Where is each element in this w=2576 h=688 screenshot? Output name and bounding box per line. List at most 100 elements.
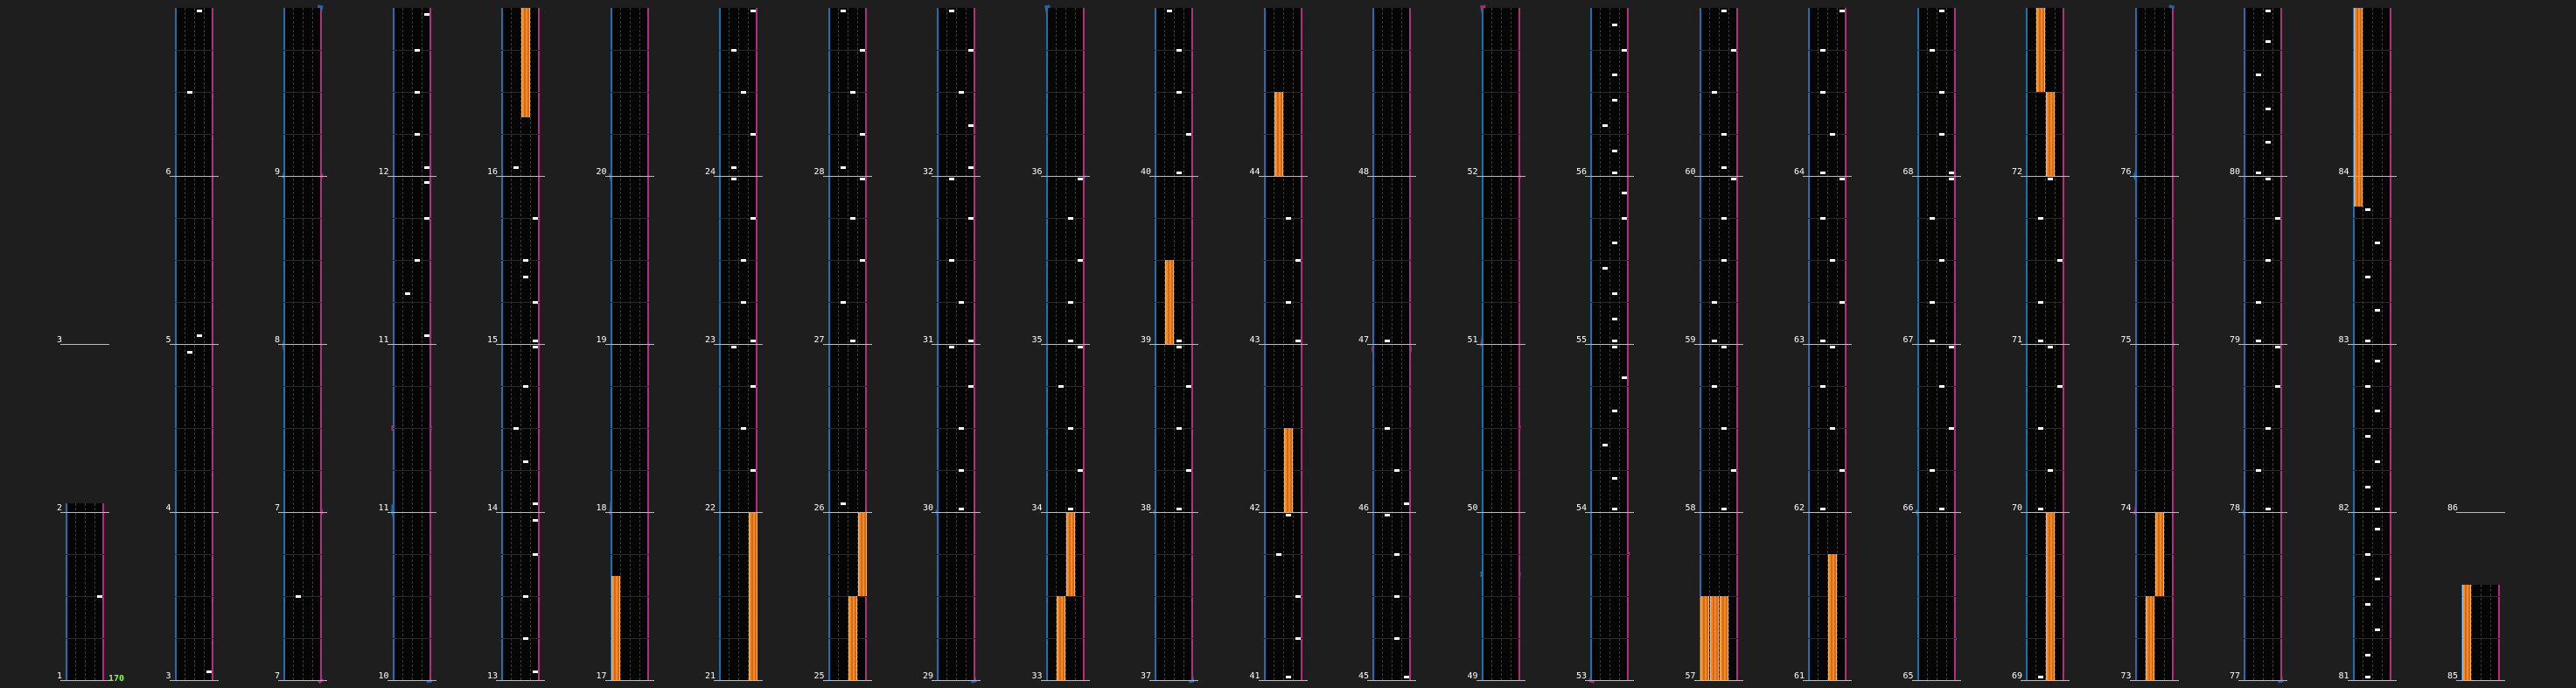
chip-note[interactable] bbox=[1612, 99, 1617, 102]
chip-note[interactable] bbox=[533, 519, 538, 523]
chip-note[interactable] bbox=[1404, 502, 1409, 505]
chip-note[interactable] bbox=[1820, 216, 1826, 220]
chip-note[interactable] bbox=[750, 468, 756, 472]
chip-note[interactable] bbox=[1067, 339, 1073, 342]
chip-note[interactable] bbox=[741, 426, 746, 430]
chip-note[interactable] bbox=[731, 165, 736, 169]
chip-note[interactable] bbox=[414, 132, 420, 136]
chip-note[interactable] bbox=[186, 351, 192, 355]
hold-note[interactable] bbox=[1056, 596, 1065, 680]
chip-note[interactable] bbox=[2256, 171, 2261, 174]
chip-note[interactable] bbox=[2374, 309, 2380, 312]
chip-note[interactable] bbox=[533, 502, 538, 505]
chip-note[interactable] bbox=[1077, 468, 1083, 472]
chip-note[interactable] bbox=[414, 90, 420, 94]
chip-note[interactable] bbox=[1948, 426, 1954, 430]
chip-note[interactable] bbox=[1830, 258, 1835, 262]
chip-note[interactable] bbox=[1612, 23, 1617, 26]
chip-note[interactable] bbox=[1612, 346, 1617, 349]
chip-note[interactable] bbox=[1929, 300, 1935, 304]
chip-note[interactable] bbox=[1612, 507, 1617, 510]
chip-note[interactable] bbox=[2038, 300, 2043, 304]
chip-note[interactable] bbox=[2038, 426, 2043, 430]
chip-note[interactable] bbox=[1385, 339, 1390, 342]
chip-note[interactable] bbox=[1275, 552, 1281, 556]
chip-note[interactable] bbox=[1938, 507, 1944, 510]
chip-note[interactable] bbox=[2256, 339, 2261, 342]
chip-note[interactable] bbox=[1394, 468, 1400, 472]
chip-note[interactable] bbox=[1612, 339, 1617, 342]
hold-note[interactable] bbox=[1709, 596, 1719, 680]
chip-note[interactable] bbox=[2374, 527, 2380, 530]
chip-note[interactable] bbox=[523, 594, 528, 598]
chip-note[interactable] bbox=[968, 384, 974, 388]
chip-note[interactable] bbox=[533, 346, 538, 349]
chip-note[interactable] bbox=[1612, 149, 1617, 152]
chip-note[interactable] bbox=[1622, 48, 1627, 52]
chip-note[interactable] bbox=[859, 132, 865, 136]
chip-note[interactable] bbox=[1285, 514, 1291, 517]
chip-note[interactable] bbox=[1820, 171, 1826, 174]
chip-note[interactable] bbox=[1186, 384, 1191, 388]
chip-note[interactable] bbox=[1929, 216, 1935, 220]
chip-note[interactable] bbox=[1938, 10, 1944, 13]
chip-note[interactable] bbox=[949, 178, 954, 181]
chip-note[interactable] bbox=[859, 178, 865, 181]
chip-note[interactable] bbox=[2275, 384, 2280, 388]
chip-note[interactable] bbox=[2265, 258, 2271, 262]
chip-note[interactable] bbox=[2057, 384, 2063, 388]
chip-note[interactable] bbox=[1612, 74, 1617, 77]
chip-note[interactable] bbox=[1176, 346, 1182, 349]
hold-note[interactable] bbox=[1065, 512, 1075, 596]
chip-note[interactable] bbox=[949, 346, 954, 349]
chip-note[interactable] bbox=[2275, 216, 2280, 220]
chip-note[interactable] bbox=[1929, 339, 1935, 342]
chip-note[interactable] bbox=[1721, 165, 1727, 169]
chip-note[interactable] bbox=[2374, 460, 2380, 463]
chip-note[interactable] bbox=[2038, 339, 2043, 342]
chip-note[interactable] bbox=[1938, 132, 1944, 136]
chip-note[interactable] bbox=[849, 90, 855, 94]
chip-note[interactable] bbox=[2256, 74, 2261, 77]
chip-note[interactable] bbox=[1186, 468, 1191, 472]
measure-column[interactable] bbox=[66, 503, 104, 680]
chip-note[interactable] bbox=[949, 258, 954, 262]
chip-note[interactable] bbox=[2374, 359, 2380, 362]
chip-note[interactable] bbox=[968, 339, 974, 342]
chip-note[interactable] bbox=[1612, 291, 1617, 295]
chip-note[interactable] bbox=[1721, 426, 1727, 430]
hold-note[interactable] bbox=[848, 596, 857, 680]
chip-note[interactable] bbox=[959, 468, 964, 472]
chip-note[interactable] bbox=[731, 178, 736, 181]
chip-note[interactable] bbox=[423, 333, 429, 337]
chip-note[interactable] bbox=[1711, 90, 1717, 94]
hold-note[interactable] bbox=[521, 8, 530, 117]
chip-note[interactable] bbox=[2374, 410, 2380, 413]
chip-note[interactable] bbox=[1711, 300, 1717, 304]
chip-note[interactable] bbox=[2038, 216, 2043, 220]
chip-note[interactable] bbox=[523, 460, 528, 463]
chip-note[interactable] bbox=[750, 216, 756, 220]
chip-note[interactable] bbox=[1730, 468, 1736, 472]
chip-note[interactable] bbox=[2364, 384, 2370, 388]
chip-note[interactable] bbox=[1295, 594, 1301, 598]
chip-note[interactable] bbox=[206, 670, 212, 673]
chip-note[interactable] bbox=[2374, 578, 2380, 581]
chip-note[interactable] bbox=[2364, 552, 2370, 556]
chip-note[interactable] bbox=[523, 258, 528, 262]
chip-note[interactable] bbox=[414, 48, 420, 52]
chip-note[interactable] bbox=[196, 333, 202, 337]
chip-note[interactable] bbox=[2364, 435, 2370, 439]
chip-note[interactable] bbox=[1948, 178, 1954, 181]
hold-note[interactable] bbox=[2353, 8, 2363, 176]
chip-note[interactable] bbox=[750, 384, 756, 388]
chip-note[interactable] bbox=[2265, 10, 2271, 13]
chip-note[interactable] bbox=[2364, 485, 2370, 488]
chip-note[interactable] bbox=[513, 426, 519, 430]
chip-note[interactable] bbox=[1721, 132, 1727, 136]
hold-note[interactable] bbox=[2036, 8, 2045, 92]
chip-note[interactable] bbox=[1176, 48, 1182, 52]
chip-note[interactable] bbox=[1186, 132, 1191, 136]
chip-note[interactable] bbox=[2364, 675, 2370, 678]
chip-note[interactable] bbox=[1167, 10, 1172, 13]
